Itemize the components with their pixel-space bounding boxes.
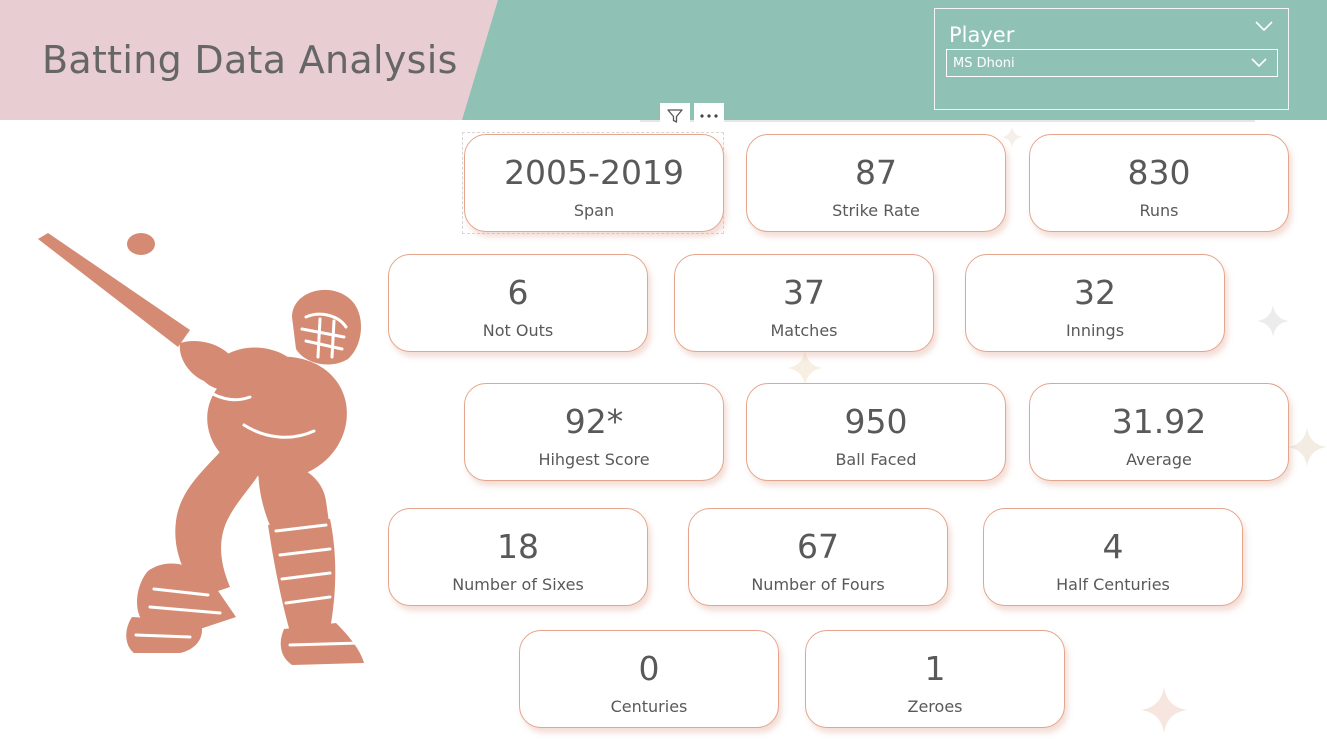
- kpi-value: 92*: [564, 402, 624, 441]
- kpi-card-strike-rate[interactable]: 87 Strike Rate: [746, 134, 1006, 232]
- kpi-label: Matches: [770, 321, 838, 340]
- kpi-card-average[interactable]: 31.92 Average: [1029, 383, 1289, 481]
- kpi-value: 6: [507, 273, 529, 312]
- kpi-label: Hihgest Score: [538, 450, 650, 469]
- kpi-value: 830: [1127, 153, 1191, 192]
- kpi-value: 950: [844, 402, 908, 441]
- kpi-card-fours[interactable]: 67 Number of Fours: [688, 508, 948, 606]
- kpi-card-matches[interactable]: 37 Matches: [674, 254, 934, 352]
- kpi-value: 2005-2019: [504, 153, 684, 192]
- filter-button[interactable]: [660, 103, 690, 128]
- player-dropdown-value: MS Dhoni: [953, 56, 1015, 71]
- kpi-value: 1: [924, 649, 946, 688]
- kpi-label: Innings: [1065, 321, 1125, 340]
- kpi-label: Number of Fours: [751, 575, 885, 594]
- kpi-label: Half Centuries: [1056, 575, 1170, 594]
- kpi-card-not-outs[interactable]: 6 Not Outs: [388, 254, 648, 352]
- kpi-label: Ball Faced: [835, 450, 917, 469]
- kpi-card-highest-score[interactable]: 92* Hihgest Score: [464, 383, 724, 481]
- kpi-value: 67: [797, 527, 839, 566]
- kpi-label: Zeroes: [907, 697, 963, 716]
- kpi-value: 18: [497, 527, 539, 566]
- sparkle-icon: [1257, 305, 1289, 337]
- sparkle-icon: [1140, 686, 1188, 734]
- sparkle-icon: [1287, 427, 1327, 467]
- visual-header-toolbar: [660, 103, 724, 128]
- sparkle-icon: [787, 350, 823, 386]
- chevron-down-icon: [1251, 58, 1267, 68]
- kpi-card-ball-faced[interactable]: 950 Ball Faced: [746, 383, 1006, 481]
- more-options-button[interactable]: [694, 103, 724, 128]
- kpi-label: Not Outs: [482, 321, 554, 340]
- kpi-value: 87: [855, 153, 897, 192]
- kpi-label: Centuries: [610, 697, 688, 716]
- cricket-batsman-icon: [38, 233, 364, 665]
- kpi-label: Runs: [1139, 201, 1179, 220]
- slicer-header: Player: [949, 23, 1015, 47]
- kpi-value: 37: [783, 273, 825, 312]
- more-options-icon: [700, 113, 718, 118]
- kpi-label: Number of Sixes: [452, 575, 584, 594]
- page-title: Batting Data Analysis: [42, 38, 458, 82]
- kpi-value: 32: [1074, 273, 1116, 312]
- kpi-label: Span: [573, 201, 615, 220]
- chevron-down-icon[interactable]: [1254, 19, 1274, 33]
- kpi-card-half-centuries[interactable]: 4 Half Centuries: [983, 508, 1243, 606]
- kpi-card-zeroes[interactable]: 1 Zeroes: [805, 630, 1065, 728]
- visual-header-divider: [640, 120, 1255, 122]
- kpi-card-centuries[interactable]: 0 Centuries: [519, 630, 779, 728]
- kpi-value: 0: [638, 649, 660, 688]
- kpi-label: Average: [1126, 450, 1192, 469]
- player-slicer[interactable]: Player MS Dhoni: [934, 8, 1289, 110]
- player-dropdown[interactable]: MS Dhoni: [946, 49, 1278, 77]
- kpi-card-sixes[interactable]: 18 Number of Sixes: [388, 508, 648, 606]
- kpi-card-innings[interactable]: 32 Innings: [965, 254, 1225, 352]
- filter-icon: [667, 108, 683, 123]
- kpi-value: 31.92: [1111, 402, 1207, 441]
- kpi-card-span[interactable]: 2005-2019 Span: [464, 134, 724, 232]
- kpi-value: 4: [1102, 527, 1124, 566]
- kpi-card-runs[interactable]: 830 Runs: [1029, 134, 1289, 232]
- kpi-label: Strike Rate: [832, 201, 920, 220]
